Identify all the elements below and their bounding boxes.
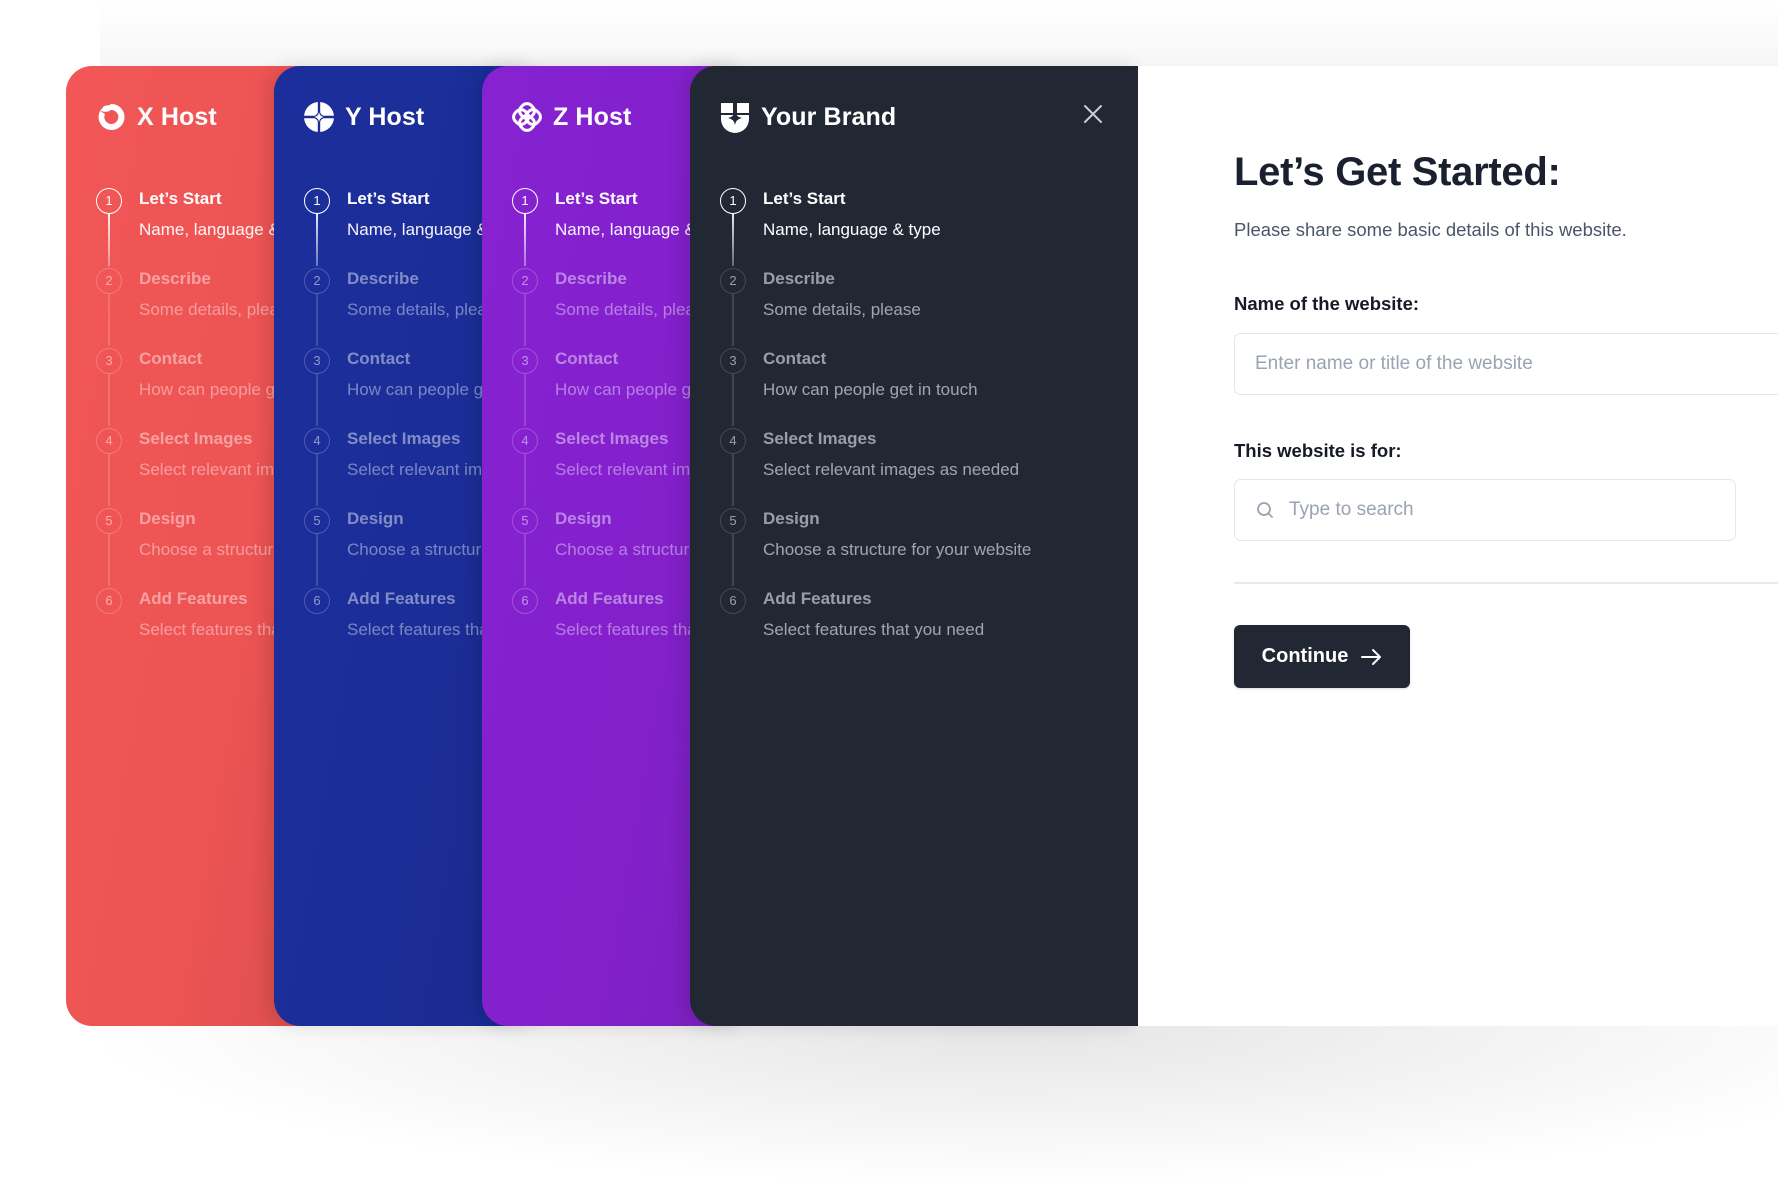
step-subtitle: Some details, please	[763, 300, 921, 319]
step-subtitle: Select relevant images as needed	[763, 460, 1020, 479]
step-number-circle: 1	[512, 188, 538, 214]
step-number-circle: 5	[304, 508, 330, 534]
step-number-circle: 3	[304, 348, 330, 374]
step-number-circle: 5	[720, 508, 746, 534]
step-number-circle: 6	[304, 588, 330, 614]
step-title: Describe	[763, 269, 835, 288]
x-host-logo-icon	[95, 101, 127, 133]
step-number-circle: 3	[720, 348, 746, 374]
close-button[interactable]	[1080, 101, 1106, 127]
brand-header: Z Host	[511, 101, 631, 133]
step-connector-line	[524, 294, 526, 346]
z-host-logo-icon	[511, 101, 543, 133]
step-number-circle: 6	[96, 588, 122, 614]
form-panel: Let’s Get Started: Please share some bas…	[1138, 66, 1778, 1026]
website-purpose-search-input[interactable]	[1289, 480, 1735, 540]
website-purpose-search-field[interactable]	[1234, 479, 1736, 541]
y-host-logo-icon	[303, 101, 335, 133]
arrow-right-icon	[1360, 648, 1382, 666]
decorative-shadow	[80, 1026, 1778, 1186]
step-item[interactable]: 6 Add Features Select features that you ne…	[720, 588, 1138, 666]
step-connector-line	[316, 454, 318, 506]
search-icon	[1255, 500, 1275, 520]
website-name-label: Name of the website:	[1234, 293, 1420, 314]
step-number-circle: 4	[96, 428, 122, 454]
step-item[interactable]: 1 Let’s Start Name, language & type	[720, 188, 1138, 266]
step-connector-line	[524, 454, 526, 506]
step-number-circle: 1	[96, 188, 122, 214]
step-connector-line	[108, 294, 110, 346]
continue-button[interactable]: Continue	[1234, 625, 1410, 688]
step-number-circle: 2	[512, 268, 538, 294]
brand-header: Your Brand	[719, 101, 896, 133]
step-connector-line	[732, 534, 734, 586]
step-subtitle: How can people get in touch	[763, 380, 978, 399]
step-title: Add Features	[763, 589, 872, 608]
step-connector-line	[316, 294, 318, 346]
step-number-circle: 3	[512, 348, 538, 374]
step-number-circle: 4	[304, 428, 330, 454]
step-item[interactable]: 4 Select Images Select relevant images as …	[720, 428, 1138, 506]
step-subtitle: Name, language & type	[763, 220, 941, 239]
step-connector-line	[524, 214, 526, 266]
step-number-circle: 5	[512, 508, 538, 534]
step-connector-line	[524, 534, 526, 586]
step-number-circle: 1	[720, 188, 746, 214]
step-number-circle: 6	[512, 588, 538, 614]
brand-name: Your Brand	[761, 102, 897, 131]
brand-name: Z Host	[553, 102, 632, 131]
step-connector-line	[316, 534, 318, 586]
step-item[interactable]: 3 Contact How can people get in touch	[720, 348, 1138, 426]
step-item[interactable]: 2 Describe Some details, please	[720, 268, 1138, 346]
step-number-circle: 4	[512, 428, 538, 454]
page-subtitle: Please share some basic details of this …	[1234, 219, 1627, 240]
step-connector-line	[524, 374, 526, 426]
website-name-field[interactable]	[1234, 333, 1778, 395]
website-name-input[interactable]	[1255, 334, 1778, 394]
your-brand-shield-icon	[719, 101, 751, 133]
step-item[interactable]: 5 Design Choose a structure for your websi…	[720, 508, 1138, 586]
continue-label: Continue	[1261, 645, 1349, 667]
step-connector-line	[316, 374, 318, 426]
steps-list: 1 Let’s Start Name, language & type 2 Descri…	[720, 186, 1138, 666]
step-subtitle: Select features that you need	[763, 620, 985, 639]
step-number-circle: 3	[96, 348, 122, 374]
brand-header: Y Host	[303, 101, 424, 133]
close-icon	[1084, 105, 1102, 123]
step-title: Select Images	[763, 429, 877, 448]
onboarding-stage: X Host 1 Let’s Start Name, language & type…	[0, 0, 1778, 1186]
step-connector-line	[732, 214, 734, 266]
step-number-circle: 4	[720, 428, 746, 454]
step-number-circle: 2	[720, 268, 746, 294]
step-number-circle: 5	[96, 508, 122, 534]
step-connector-line	[108, 214, 110, 266]
step-connector-line	[108, 454, 110, 506]
step-connector-line	[732, 374, 734, 426]
decorative-shadow	[100, 0, 1778, 66]
brand-header: X Host	[95, 101, 217, 133]
step-connector-line	[732, 454, 734, 506]
step-title: Contact	[763, 349, 827, 368]
step-number-circle: 2	[96, 268, 122, 294]
step-connector-line	[108, 534, 110, 586]
website-purpose-label: This website is for:	[1234, 440, 1402, 461]
step-title: Let’s Start	[763, 189, 846, 208]
step-number-circle: 1	[304, 188, 330, 214]
brand-name: Y Host	[345, 102, 425, 131]
step-connector-line	[108, 374, 110, 426]
step-title: Design	[763, 509, 820, 528]
step-number-circle: 6	[720, 588, 746, 614]
page-title: Let’s Get Started:	[1234, 150, 1561, 194]
divider	[1234, 582, 1778, 584]
step-number-circle: 2	[304, 268, 330, 294]
step-subtitle: Choose a structure for your website	[763, 540, 1032, 559]
brand-name: X Host	[137, 102, 217, 131]
sidebar-panel-your-brand: Your Brand 1 Let’s Start Name, language & …	[690, 66, 1138, 1026]
step-connector-line	[316, 214, 318, 266]
step-connector-line	[732, 294, 734, 346]
